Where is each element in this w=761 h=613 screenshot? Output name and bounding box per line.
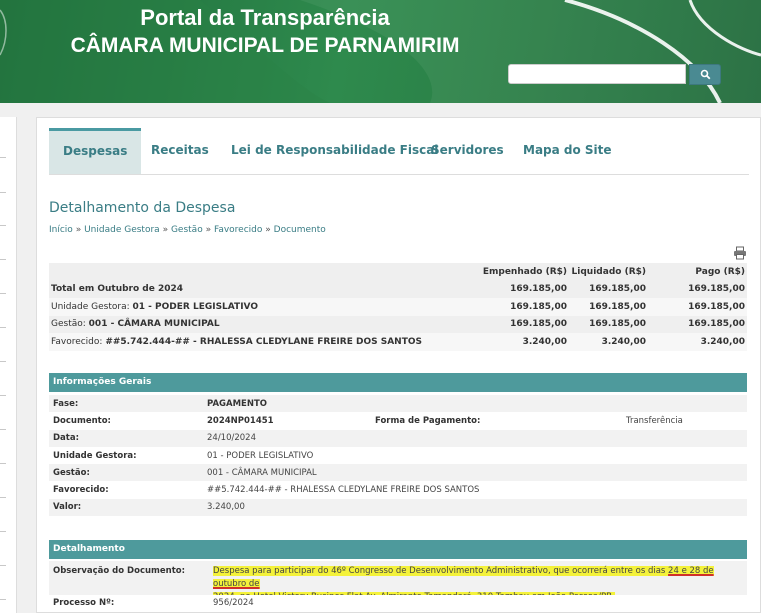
tab-mapa-do-site[interactable]: Mapa do Site [523,128,612,174]
table-row: Favorecido: ##5.742.444-## - RHALESSA CL… [49,481,747,499]
col-empenhado: Empenhado (R$) [482,266,567,277]
table-row: Gestão: 001 - CÂMARA MUNICIPAL 169.185,0… [49,315,747,333]
search-icon [700,69,711,80]
breadcrumb: Início » Unidade Gestora » Gestão » Favo… [49,225,326,235]
breadcrumb-gestao[interactable]: Gestão [171,225,203,235]
tab-lrf[interactable]: Lei de Responsabilidade Fiscal [231,128,438,174]
table-row: Documento: 2024NP01451 Forma de Pagament… [49,412,747,430]
left-sidebar [0,117,17,613]
breadcrumb-unidade-gestora[interactable]: Unidade Gestora [84,225,160,235]
portal-title: Portal da Transparência [140,5,390,30]
info-table: Fase: PAGAMENTO Documento: 2024NP01451 F… [49,395,747,517]
search-button[interactable] [689,64,721,85]
favorecido-link[interactable]: ##5.742.444-## - RHALESSA CLEDYLANE FREI… [105,337,422,347]
gestao-link[interactable]: 001 - CÂMARA MUNICIPAL [89,319,220,329]
table-row: Valor: 3.240,00 [49,498,747,517]
breadcrumb-favorecido[interactable]: Favorecido [214,225,262,235]
institution-name: CÂMARA MUNICIPAL DE PARNAMIRIM [70,34,460,57]
tab-servidores[interactable]: Servidores [431,128,504,174]
print-icon[interactable] [733,246,747,260]
col-liquidado: Liquidado (R$) [571,266,646,277]
main-panel: Despesas Receitas Lei de Responsabilidad… [36,117,761,613]
ug-link[interactable]: 01 - PODER LEGISLATIVO [133,302,259,312]
section-detalhamento: Detalhamento [49,540,747,559]
table-row: Unidade Gestora: 01 - PODER LEGISLATIVO … [49,298,747,316]
summary-table: Empenhado (R$) Liquidado (R$) Pago (R$) … [49,263,747,351]
search-input[interactable] [508,64,686,84]
table-row: Total em Outubro de 2024 169.185,00 169.… [49,280,747,298]
table-row: Data: 24/10/2024 [49,429,747,447]
table-row: Fase: PAGAMENTO [49,395,747,413]
site-header: Portal da Transparência CÂMARA MUNICIPAL… [0,0,761,103]
page-title: Detalhamento da Despesa [49,200,236,216]
table-row: Unidade Gestora: 01 - PODER LEGISLATIVO [49,446,747,465]
breadcrumb-documento[interactable]: Documento [274,225,326,235]
col-pago: Pago (R$) [695,266,745,277]
section-informacoes-gerais: Informações Gerais [49,373,747,392]
processo-row: Processo Nº: 956/2024 [49,595,747,612]
observacao-label: Observação do Documento: [53,566,186,576]
processo-label: Processo Nº: [53,598,115,608]
table-row: Gestão: 001 - CÂMARA MUNICIPAL [49,464,747,482]
tab-despesas[interactable]: Despesas [49,128,142,174]
nav-tabs: Despesas Receitas Lei de Responsabilidad… [49,128,749,175]
observacao-row: Observação do Documento: Despesa para pa… [49,561,747,602]
tab-receitas[interactable]: Receitas [151,128,209,174]
processo-value: 956/2024 [213,598,254,608]
breadcrumb-inicio[interactable]: Início [49,225,73,235]
table-row: Favorecido: ##5.742.444-## - RHALESSA CL… [49,333,747,351]
